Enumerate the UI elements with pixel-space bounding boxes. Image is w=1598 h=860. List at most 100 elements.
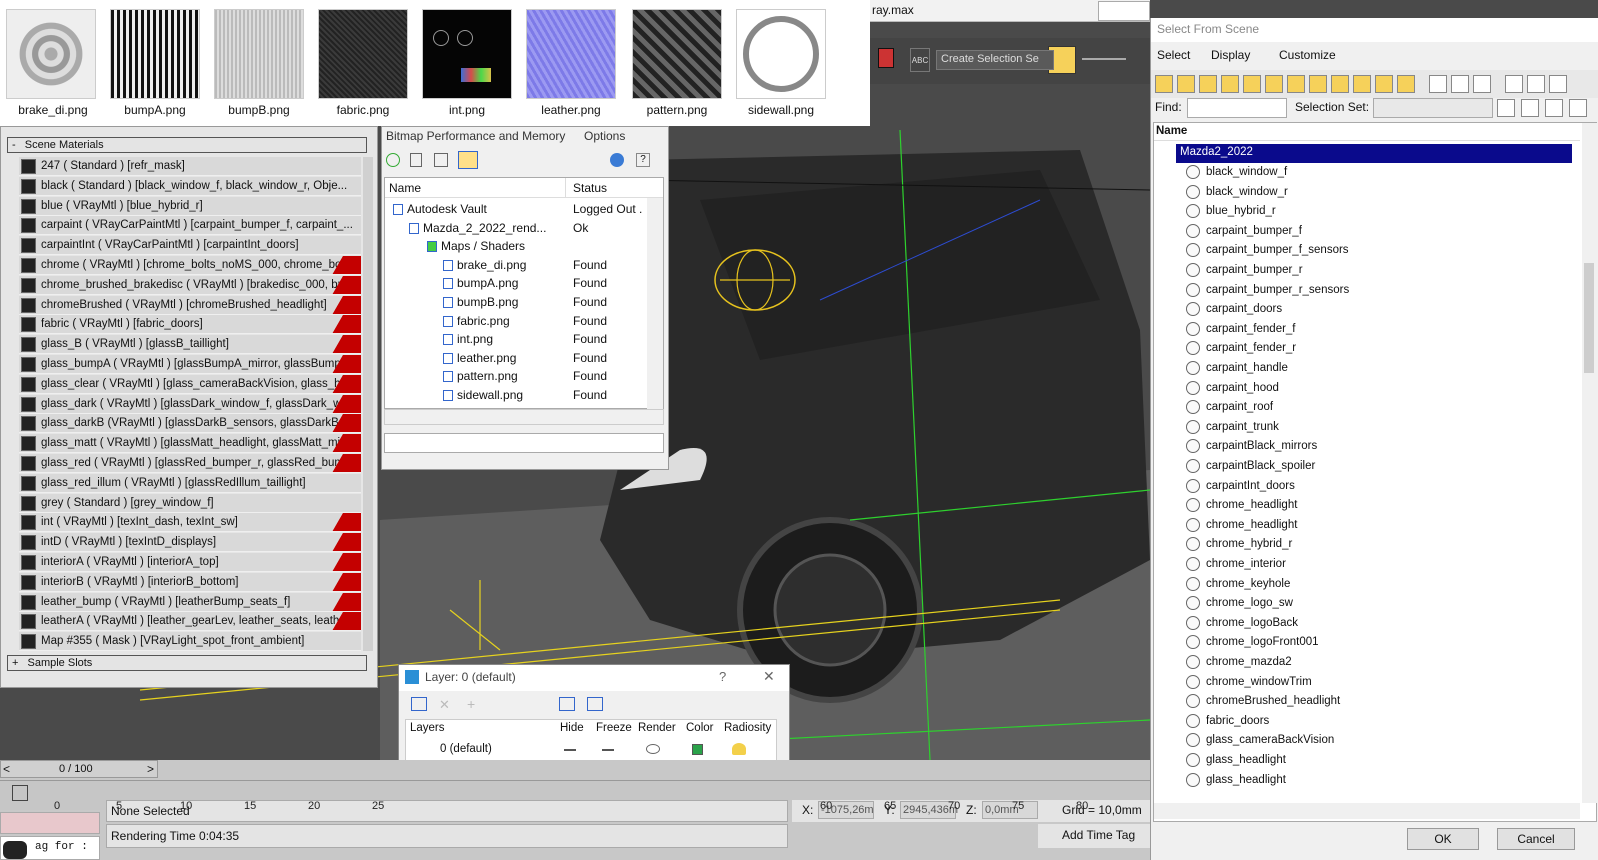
material-row[interactable]: fabric ( VRayMtl ) [fabric_doors] [19, 315, 361, 335]
scene-object-row[interactable]: chrome_headlight [1186, 515, 1574, 535]
sync-icon[interactable] [1549, 75, 1567, 93]
selection-set-combo[interactable]: Create Selection Se [936, 50, 1054, 70]
ok-button[interactable]: OK [1407, 828, 1479, 850]
script-input[interactable]: ag for : [0, 836, 100, 860]
material-row[interactable]: intD ( VRayMtl ) [texIntD_displays] [19, 533, 361, 553]
freeze-toggle[interactable] [602, 749, 614, 751]
add-time-tag[interactable]: Add Time Tag [1038, 824, 1150, 848]
create-set-icon[interactable] [1497, 99, 1515, 117]
display-xrefs-icon[interactable] [1309, 75, 1327, 93]
mirror-icon[interactable] [1082, 58, 1126, 60]
menu-select[interactable]: Select [1157, 48, 1190, 62]
menu-bitmap-performance[interactable]: Bitmap Performance and Memory [386, 129, 565, 143]
highlight-layer-icon[interactable] [587, 697, 603, 711]
col-status[interactable]: Status [573, 181, 607, 195]
scroll-thumb[interactable] [1584, 263, 1594, 373]
material-row[interactable]: glass_darkB (VRayMtl ) [glassDarkB_senso… [19, 414, 361, 434]
scene-object-row[interactable]: carpaintBlack_mirrors [1186, 436, 1574, 456]
menu-customize[interactable]: Customize [1279, 48, 1336, 62]
search-input[interactable] [1098, 1, 1150, 21]
next-frame-icon[interactable]: > [147, 762, 154, 776]
expand-toggle[interactable]: + [12, 657, 18, 669]
named-selection-icon[interactable]: ABC [910, 48, 930, 72]
scene-object-row[interactable]: chrome_logoBack [1186, 613, 1574, 633]
edit-set-icon[interactable] [1521, 99, 1539, 117]
help-icon[interactable]: ? [636, 153, 650, 167]
material-row[interactable]: leather_bump ( VRayMtl ) [leatherBump_se… [19, 592, 361, 612]
display-groups-icon[interactable] [1287, 75, 1305, 93]
scene-object-row[interactable]: chrome_interior [1186, 554, 1574, 574]
material-row[interactable]: grey ( Standard ) [grey_window_f] [19, 493, 361, 513]
asset-row[interactable]: bumpB.png Found [385, 293, 655, 312]
find-icon[interactable] [1527, 75, 1545, 93]
scene-object-row[interactable]: blue_hybrid_r [1186, 201, 1574, 221]
scrollbar[interactable] [363, 157, 373, 651]
scrollbar[interactable] [647, 198, 663, 410]
material-row[interactable]: carpaintInt ( VRayCarPaintMtl ) [carpain… [19, 236, 361, 256]
material-row[interactable]: glass_red ( VRayMtl ) [glassRed_bumper_r… [19, 454, 361, 473]
material-row[interactable]: glass_dark ( VRayMtl ) [glassDark_window… [19, 394, 361, 414]
scene-object-row[interactable]: chrome_hybrid_r [1186, 534, 1574, 554]
thumb-fabric[interactable] [318, 9, 408, 99]
material-row[interactable]: interiorA ( VRayMtl ) [interiorA_top] [19, 553, 361, 572]
collapse-toggle[interactable]: - [12, 139, 16, 151]
layer-col-header[interactable]: Render [638, 722, 676, 734]
remove-set-icon[interactable] [1545, 99, 1563, 117]
layer-col-header[interactable]: Freeze [596, 722, 632, 734]
v-scrollbar[interactable] [1582, 123, 1598, 803]
prev-frame-icon[interactable]: < [3, 762, 10, 776]
scene-object-row[interactable]: carpaintInt_doors [1186, 476, 1574, 496]
asset-row[interactable]: fabric.png Found [385, 312, 655, 331]
display-cameras-icon[interactable] [1221, 75, 1239, 93]
asset-row[interactable]: Maps / Shaders [385, 237, 655, 256]
thumb-bumpb[interactable] [214, 9, 304, 99]
layer-tool-icon[interactable] [878, 48, 894, 68]
select-none-icon[interactable] [1451, 75, 1469, 93]
material-row[interactable]: chromeBrushed ( VRayMtl ) [chromeBrushed… [19, 295, 361, 315]
time-slider[interactable]: < 0 / 100 > [0, 760, 158, 778]
asset-row[interactable]: sidewall.png Found [385, 386, 655, 405]
scene-object-row[interactable]: glass_headlight [1186, 750, 1574, 770]
list-icon[interactable] [410, 153, 422, 167]
scene-object-row[interactable]: carpaint_doors [1186, 299, 1574, 319]
display-geometry-icon[interactable] [1155, 75, 1173, 93]
refresh-icon[interactable] [386, 153, 400, 167]
menu-display[interactable]: Display [1211, 48, 1250, 62]
scene-object-row[interactable]: chrome_logoFront001 [1186, 632, 1574, 652]
scene-object-row[interactable]: chrome_logo_sw [1186, 593, 1574, 613]
scene-object-row[interactable]: chrome_mazda2 [1186, 652, 1574, 672]
sample-slots-header[interactable]: + Sample Slots [7, 655, 367, 671]
path-field[interactable] [384, 433, 664, 453]
display-bones-icon[interactable] [1331, 75, 1349, 93]
find-input[interactable] [1187, 98, 1287, 118]
layer-row[interactable]: 0 (default) [406, 740, 776, 759]
radiosity-icon[interactable] [732, 743, 746, 755]
scene-object-row[interactable]: fabric_doors [1186, 711, 1574, 731]
material-row[interactable]: int ( VRayMtl ) [texInt_dash, texInt_sw] [19, 513, 361, 533]
col-name[interactable]: Name [1156, 125, 1187, 137]
invert-selection-icon[interactable] [1473, 75, 1491, 93]
display-frozen-icon[interactable] [1375, 75, 1393, 93]
asset-row[interactable]: Mazda_2_2022_rend... Ok [385, 219, 655, 238]
material-row[interactable]: glass_bumpA ( VRayMtl ) [glassBumpA_mirr… [19, 355, 361, 374]
scene-object-row[interactable]: chromeBrushed_headlight [1186, 691, 1574, 711]
thumbnail-icon[interactable] [434, 153, 448, 167]
close-icon[interactable]: ✕ [763, 668, 775, 685]
scene-materials-header[interactable]: - Scene Materials [7, 137, 367, 153]
asset-row[interactable]: brake_di.png Found [385, 256, 655, 275]
asset-row[interactable]: leather.png Found [385, 349, 655, 368]
scene-root-row[interactable]: Mazda2_2022 [1176, 144, 1572, 163]
scene-object-row[interactable]: carpaint_roof [1186, 397, 1574, 417]
layer-col-header[interactable]: Color [686, 722, 713, 734]
layer-color-swatch[interactable] [692, 744, 703, 755]
h-scrollbar[interactable] [384, 409, 664, 425]
select-all-icon[interactable] [1429, 75, 1447, 93]
help-icon[interactable]: ? [719, 669, 726, 684]
scene-object-row[interactable]: chrome_keyhole [1186, 574, 1574, 594]
material-row[interactable]: leatherA ( VRayMtl ) [leather_gearLev, l… [19, 612, 361, 632]
scene-object-row[interactable]: black_window_r [1186, 182, 1574, 202]
scene-object-row[interactable]: carpaint_fender_r [1186, 338, 1574, 358]
layer-col-header[interactable]: Radiosity [724, 722, 771, 734]
material-row[interactable]: blue ( VRayMtl ) [blue_hybrid_r] [19, 196, 361, 216]
scene-object-row[interactable]: black_window_f [1186, 162, 1574, 182]
